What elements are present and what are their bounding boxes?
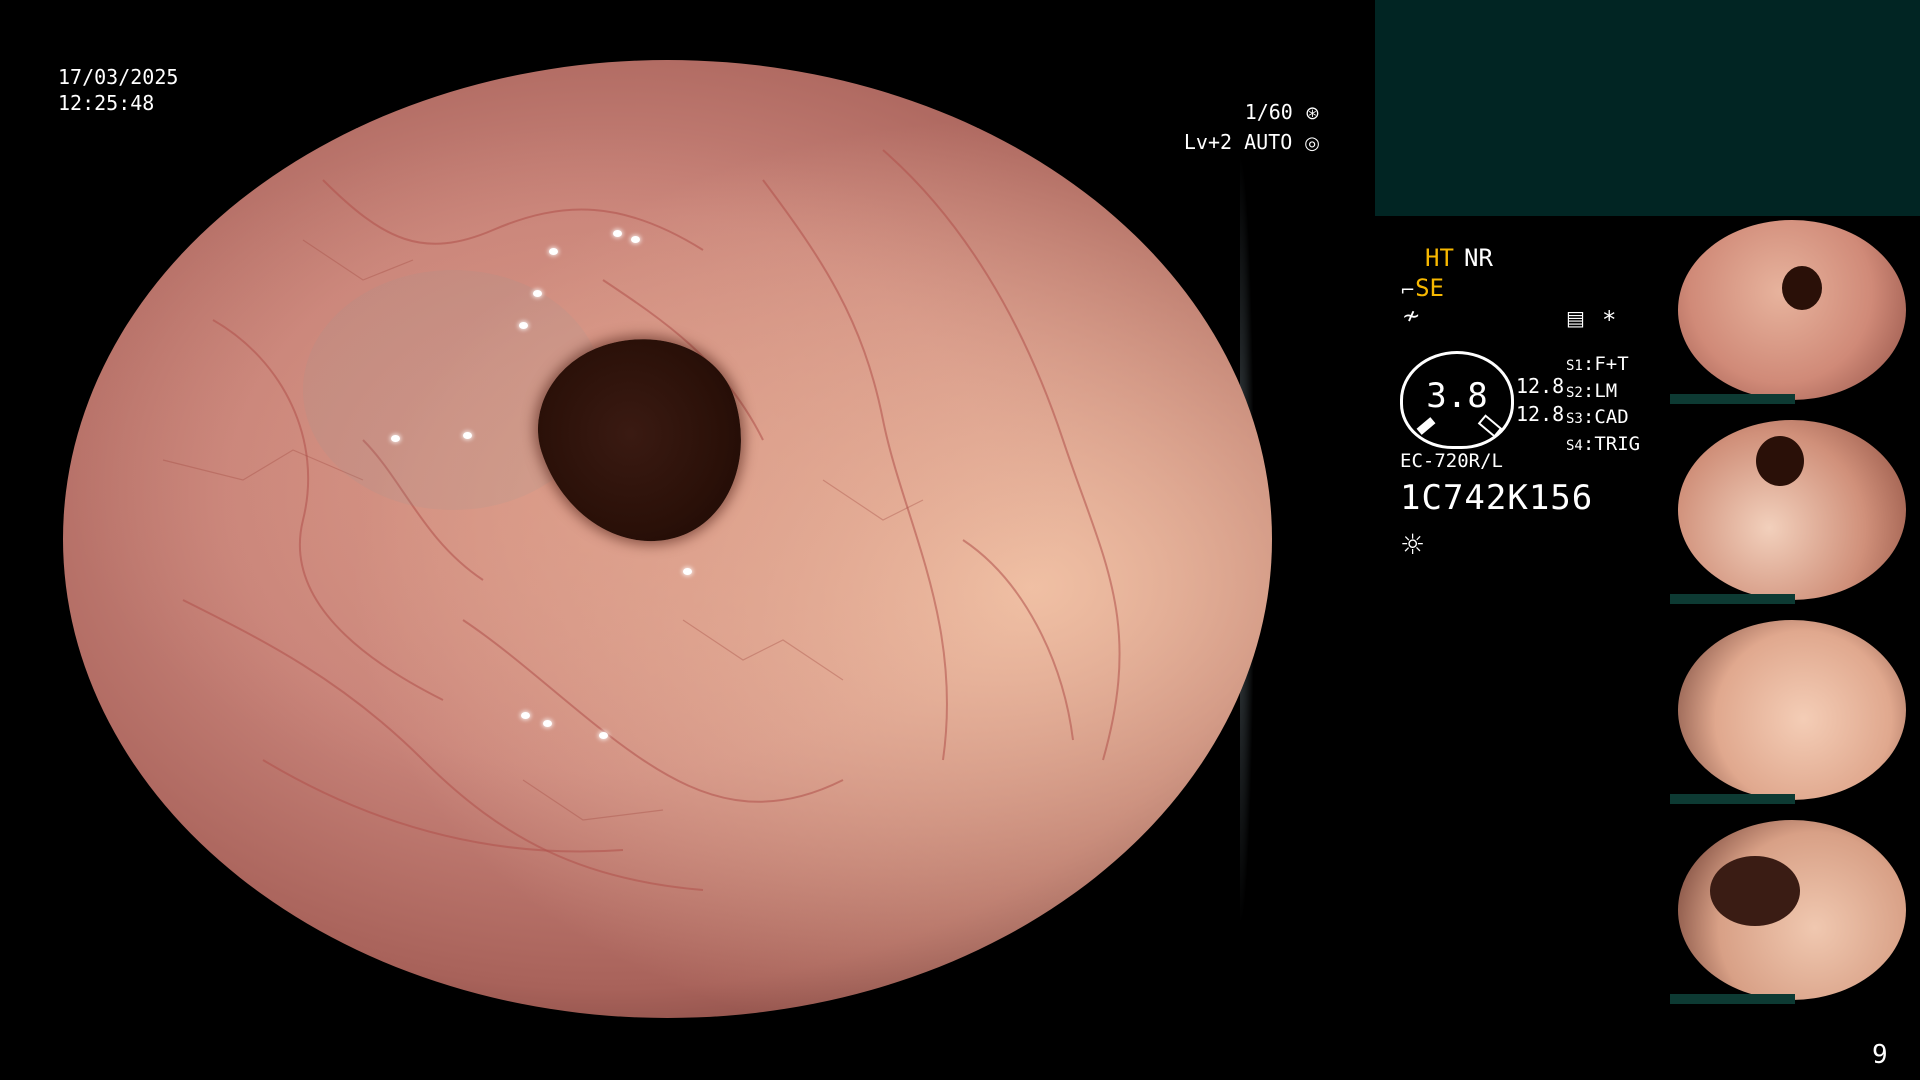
asterisk-label: * (1602, 306, 1617, 334)
setting-s1: S1:F+T (1566, 353, 1629, 375)
color-tone-icon: ≁ (1402, 304, 1421, 329)
iris-icon: ◎ (1304, 133, 1320, 154)
aperture-icon: ⊛ (1304, 103, 1320, 124)
setting-s4: S4:TRIG (1566, 432, 1641, 455)
time-text: 12:25:48 (58, 91, 155, 115)
se-label: SE (1415, 274, 1444, 302)
nr-label: NR (1464, 244, 1493, 272)
setting-s3: S3:CAD (1566, 406, 1629, 428)
image-settings-icon: ▤ (1566, 306, 1585, 330)
light-reflection (631, 236, 640, 243)
timestamp: 17/03/2025 12:25:48 (58, 64, 178, 116)
gauge-marker (1416, 417, 1436, 435)
ht-label: HT (1425, 244, 1454, 272)
switch-settings: S1:F+T S2:LM S3:CAD S4:TRIG (1566, 352, 1640, 458)
shutter-text: 1/60 (1244, 100, 1293, 124)
setting-s2: S2:LM (1566, 379, 1618, 402)
light-reflection (463, 432, 472, 439)
scope-serial: 1C742K156 (1400, 478, 1594, 518)
thumbnail-4[interactable] (1670, 816, 1914, 1004)
gauge-value: 3.8 (1426, 376, 1488, 416)
light-reflection (599, 732, 608, 739)
level-text: Lv+2 AUTO (1183, 130, 1293, 154)
enhance-icon: ⌐ (1400, 280, 1416, 301)
light-reflection (613, 230, 622, 237)
light-reflection (543, 720, 552, 727)
exposure-info: 1/60 ⊛ Lv+2 AUTO ◎ (1060, 98, 1320, 158)
endoscope-image (63, 60, 1272, 1018)
scale-top: 12.8 (1516, 374, 1565, 398)
light-source-icon: ☼ (1400, 528, 1426, 561)
scale-bottom: 12.8 (1516, 402, 1565, 426)
light-reflection (533, 290, 542, 297)
light-reflection (391, 435, 400, 442)
gauge-marker (1477, 414, 1503, 438)
light-reflection (519, 322, 528, 329)
light-reflection (683, 568, 692, 575)
light-reflection (521, 712, 530, 719)
scale-values: 12.8 12.8 (1516, 372, 1564, 428)
thumbnail-1[interactable] (1670, 216, 1914, 404)
light-reflection (549, 248, 558, 255)
thumbnail-2[interactable] (1670, 416, 1914, 604)
page-number: 9 (1872, 1040, 1888, 1070)
date-text: 17/03/2025 (58, 65, 179, 89)
thumbnail-3[interactable] (1670, 616, 1914, 804)
preview-area (1375, 0, 1920, 216)
zoom-gauge: 3.8 (1400, 351, 1514, 449)
scope-model: EC-720R/L (1400, 450, 1503, 472)
